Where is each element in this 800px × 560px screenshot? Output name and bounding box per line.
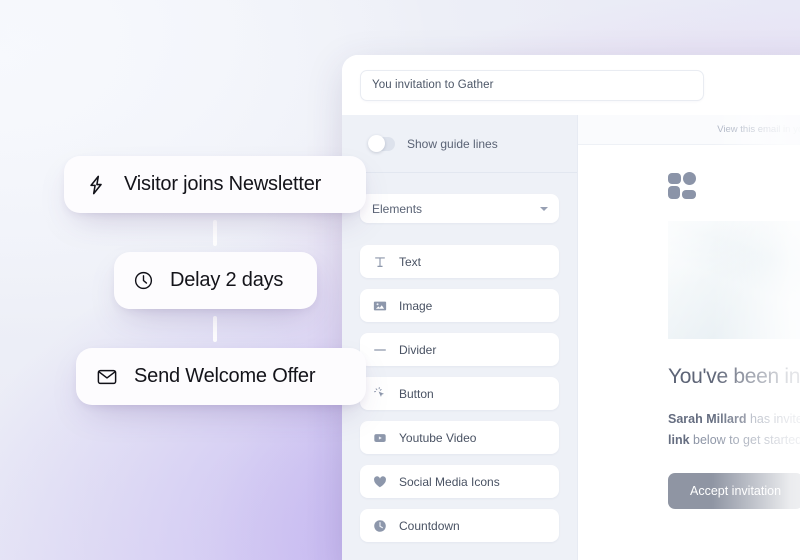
element-label: Social Media Icons [399,474,500,489]
element-label: Countdown [399,518,460,533]
gather-logo-icon [668,172,696,199]
preview-hero-image [668,221,800,339]
chevron-down-icon [540,206,548,211]
element-label: Divider [399,342,437,357]
workflow-node-trigger[interactable]: Visitor joins Newsletter [64,156,366,213]
show-guide-lines-label: Show guide lines [407,136,498,151]
email-editor-window: You invitation to Gather Show guide line… [342,55,800,560]
email-preview-pane: View this email in your browser You've b… [577,115,800,560]
element-label: Button [399,386,434,401]
screenshot-root: You invitation to Gather Show guide line… [0,0,800,560]
preview-paragraph-rest-2: below to get started today. [693,433,800,447]
envelope-icon [96,366,118,388]
preview-paragraph: Sarah Millard has invited you. Use the l… [668,409,800,451]
element-item-youtube-video[interactable]: Youtube Video [360,421,559,454]
element-item-divider[interactable]: Divider [360,333,559,366]
element-item-text[interactable]: Text [360,245,559,278]
editor-body: Show guide lines Elements Text Image Div… [342,115,800,560]
element-item-button[interactable]: Button [360,377,559,410]
element-item-countdown[interactable]: Countdown [360,509,559,542]
preview-body: You've been invited Sarah Millard has in… [578,145,800,509]
element-label: Text [399,254,422,269]
element-label: Image [399,298,433,313]
connector-line-2 [213,316,217,342]
view-in-browser-link[interactable]: View this email in your browser [717,124,800,135]
element-label: Youtube Video [399,430,477,445]
preview-paragraph-rest-1: has invited you. Use the [749,412,800,426]
category-dropdown[interactable]: Elements [360,194,559,223]
editor-topbar: You invitation to Gather [342,55,800,115]
workflow-node-label: Delay 2 days [170,269,284,291]
connector-line-1 [213,220,217,246]
workflow-node-label: Visitor joins Newsletter [124,173,322,195]
preview-paragraph-link: link [668,433,690,447]
workflow-node-action[interactable]: Send Welcome Offer [76,348,366,405]
preview-paragraph-sender: Sarah Millard [668,412,747,426]
workflow-node-delay[interactable]: Delay 2 days [114,252,317,309]
element-item-social-media-icons[interactable]: Social Media Icons [360,465,559,498]
subject-input[interactable]: You invitation to Gather [360,69,704,101]
element-item-image[interactable]: Image [360,289,559,322]
lightning-bolt-icon [85,174,107,196]
workflow-node-label: Send Welcome Offer [134,365,316,387]
preview-heading: You've been invited [668,365,800,388]
clock-icon [133,270,154,291]
preview-header: View this email in your browser [578,115,800,145]
accept-invitation-button[interactable]: Accept invitation [668,473,800,509]
workflow-overlay: Visitor joins Newsletter Delay 2 days Se… [0,0,380,560]
subject-input-value: You invitation to Gather [372,79,494,91]
